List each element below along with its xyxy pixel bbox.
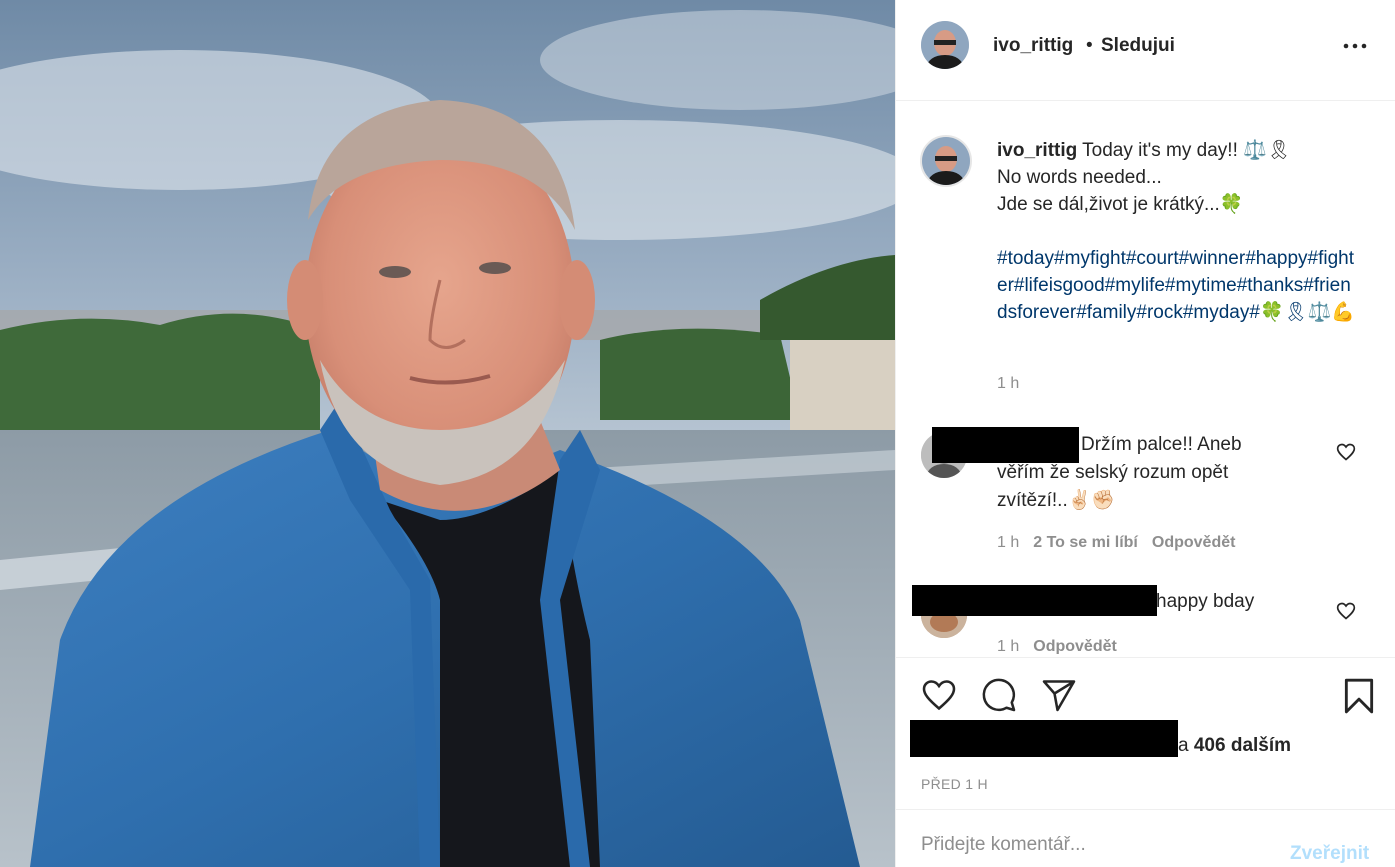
post-timestamp[interactable]: PŘED 1 H [921, 776, 988, 792]
more-options-button[interactable] [1340, 35, 1370, 57]
comment-meta: 1 h 2 To se mi líbí Odpovědět [997, 534, 1235, 552]
caption-username[interactable]: ivo_rittig [997, 140, 1077, 161]
comment-body: happy bday [1156, 591, 1255, 612]
likes-others[interactable]: 406 dalším [1194, 735, 1291, 756]
comment-input[interactable] [921, 834, 1261, 856]
separator-dot: • [1086, 35, 1093, 56]
add-comment-bar: Zveřejnit [896, 809, 1395, 867]
comment-like-button[interactable] [1336, 601, 1356, 621]
bookmark-icon [1344, 678, 1374, 714]
caption-text: ivo_rittig Today it's my day!! ⚖️🎗 No wo… [997, 137, 1367, 218]
comment-icon [982, 678, 1016, 712]
comment-body: Držím palce!! Aneb věřím že selský rozum… [997, 434, 1242, 511]
paper-plane-icon [1042, 680, 1076, 712]
post-details-panel: ivo_rittig • Sledujui ivo_rittig Today i… [895, 0, 1395, 867]
likes-count[interactable]: a 406 dalším [1178, 735, 1291, 757]
caption-hashtags[interactable]: #today#myfight#court#winner#happy#fighte… [997, 245, 1359, 326]
likes-connector: a [1178, 735, 1189, 756]
comment-meta: 1 h Odpovědět [997, 638, 1117, 654]
post-actions: a 406 dalším PŘED 1 H [896, 657, 1395, 809]
caption-author-avatar[interactable] [920, 135, 972, 187]
follow-status-button[interactable]: Sledujui [1101, 35, 1175, 57]
redacted-username [912, 585, 1157, 616]
comment-reply-button[interactable]: Odpovědět [1033, 638, 1117, 654]
heart-icon [922, 680, 956, 711]
comment-time[interactable]: 1 h [997, 534, 1019, 551]
share-button[interactable] [1041, 677, 1077, 718]
publish-button[interactable]: Zveřejnit [1290, 843, 1369, 865]
portrait-image [0, 0, 895, 867]
comment-reply-button[interactable]: Odpovědět [1152, 534, 1236, 551]
post-photo[interactable] [0, 0, 895, 867]
heart-icon [1336, 602, 1356, 620]
caption-timestamp[interactable]: 1 h [997, 375, 1019, 393]
comment-text: Držím palce!! Aneb věřím že selský rozum… [997, 431, 1297, 515]
save-button[interactable] [1342, 677, 1376, 720]
comment-button[interactable] [981, 677, 1017, 718]
comment-likes-link[interactable]: 2 To se mi líbí [1033, 534, 1138, 551]
like-button[interactable] [920, 677, 958, 718]
comment-like-button[interactable] [1336, 442, 1356, 462]
author-username[interactable]: ivo_rittig [993, 35, 1073, 57]
post-header: ivo_rittig • Sledujui [896, 0, 1395, 101]
redacted-likers [910, 720, 1178, 757]
more-horizontal-icon [1343, 43, 1367, 49]
post-modal: ivo_rittig • Sledujui ivo_rittig Today i… [0, 0, 1395, 867]
comment-time[interactable]: 1 h [997, 638, 1019, 654]
heart-icon [1336, 443, 1356, 461]
author-avatar[interactable] [921, 21, 969, 69]
